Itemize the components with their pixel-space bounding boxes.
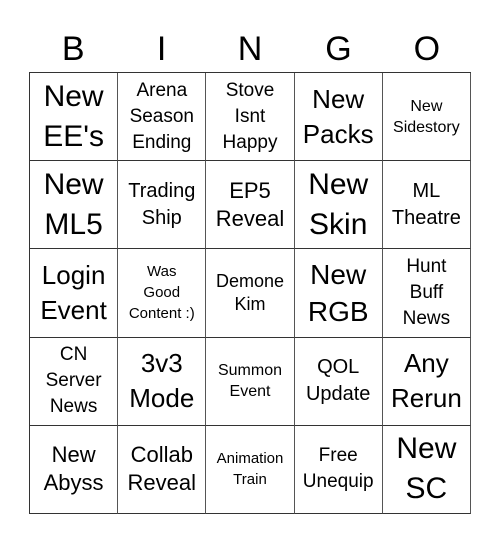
cell-text: Any Rerun bbox=[390, 348, 462, 414]
bingo-header: B I N G O bbox=[29, 26, 471, 72]
bingo-cell[interactable]: New ML5 bbox=[30, 161, 119, 250]
cell-text: Trading Ship bbox=[128, 179, 196, 229]
cell-text: New EE's bbox=[43, 79, 104, 153]
bingo-cell[interactable]: New Skin bbox=[294, 161, 383, 250]
cell-text: Summon Event bbox=[217, 362, 282, 401]
cell-text: Stove Isnt Happy bbox=[222, 79, 278, 153]
bingo-cell[interactable]: QOL Update bbox=[294, 337, 383, 426]
bingo-cell[interactable]: New Abyss bbox=[30, 425, 119, 514]
cell-text: New ML5 bbox=[43, 167, 104, 241]
bingo-cell[interactable]: Login Event bbox=[30, 249, 119, 338]
bingo-cell[interactable]: Trading Ship bbox=[118, 161, 207, 250]
bingo-cell[interactable]: New Packs bbox=[294, 73, 383, 162]
cell-text: ML Theatre bbox=[391, 179, 461, 229]
bingo-grid: New EE's Arena Season Ending Stove Isnt … bbox=[29, 72, 471, 514]
header-letter-b: B bbox=[61, 30, 85, 68]
header-letter-o: O bbox=[413, 30, 441, 68]
cell-text: Demone Kim bbox=[215, 270, 285, 314]
cell-text: 3v3 Mode bbox=[129, 348, 195, 414]
bingo-cell[interactable]: ML Theatre bbox=[382, 161, 471, 250]
cell-text: Hunt Buff News bbox=[402, 255, 451, 329]
bingo-cell[interactable]: Demone Kim bbox=[206, 249, 295, 338]
cell-text: New Sidestory bbox=[393, 97, 460, 136]
bingo-cell[interactable]: Summon Event bbox=[206, 337, 295, 426]
bingo-cell[interactable]: New RGB bbox=[294, 249, 383, 338]
header-letter-i: I bbox=[156, 30, 167, 68]
bingo-cell[interactable]: EP5 Reveal bbox=[206, 161, 295, 250]
cell-text: New Skin bbox=[308, 167, 369, 241]
bingo-cell[interactable]: Free Unequip bbox=[294, 425, 383, 514]
bingo-cell[interactable]: Animation Train bbox=[206, 425, 295, 514]
cell-text: QOL Update bbox=[305, 356, 371, 406]
cell-text: Collab Reveal bbox=[127, 442, 197, 496]
header-letter-g: G bbox=[325, 30, 352, 68]
cell-text: New RGB bbox=[307, 258, 369, 327]
cell-text: Arena Season Ending bbox=[129, 79, 195, 153]
bingo-cell[interactable]: Hunt Buff News bbox=[382, 249, 471, 338]
cell-text: Animation Train bbox=[216, 450, 284, 489]
bingo-cell[interactable]: Arena Season Ending bbox=[118, 73, 207, 162]
bingo-cell[interactable]: New Sidestory bbox=[382, 73, 471, 162]
cell-text: EP5 Reveal bbox=[215, 177, 285, 231]
bingo-cell[interactable]: Any Rerun bbox=[382, 337, 471, 426]
cell-text: Was Good Content :) bbox=[128, 263, 195, 323]
cell-text: Login Event bbox=[40, 259, 107, 325]
bingo-cell[interactable]: Collab Reveal bbox=[118, 425, 207, 514]
cell-text: New Abyss bbox=[43, 442, 104, 496]
bingo-cell[interactable]: 3v3 Mode bbox=[118, 337, 207, 426]
bingo-cell[interactable]: CN Server News bbox=[30, 337, 119, 426]
bingo-cell[interactable]: New EE's bbox=[30, 73, 119, 162]
cell-text: CN Server News bbox=[45, 344, 102, 418]
bingo-cell[interactable]: New SC bbox=[382, 425, 471, 514]
bingo-cell[interactable]: Was Good Content :) bbox=[118, 249, 207, 338]
header-letter-n: N bbox=[237, 30, 263, 68]
cell-text: Free Unequip bbox=[302, 445, 374, 493]
cell-text: New Packs bbox=[302, 83, 374, 149]
bingo-cell[interactable]: Stove Isnt Happy bbox=[206, 73, 295, 162]
cell-text: New SC bbox=[396, 432, 457, 506]
